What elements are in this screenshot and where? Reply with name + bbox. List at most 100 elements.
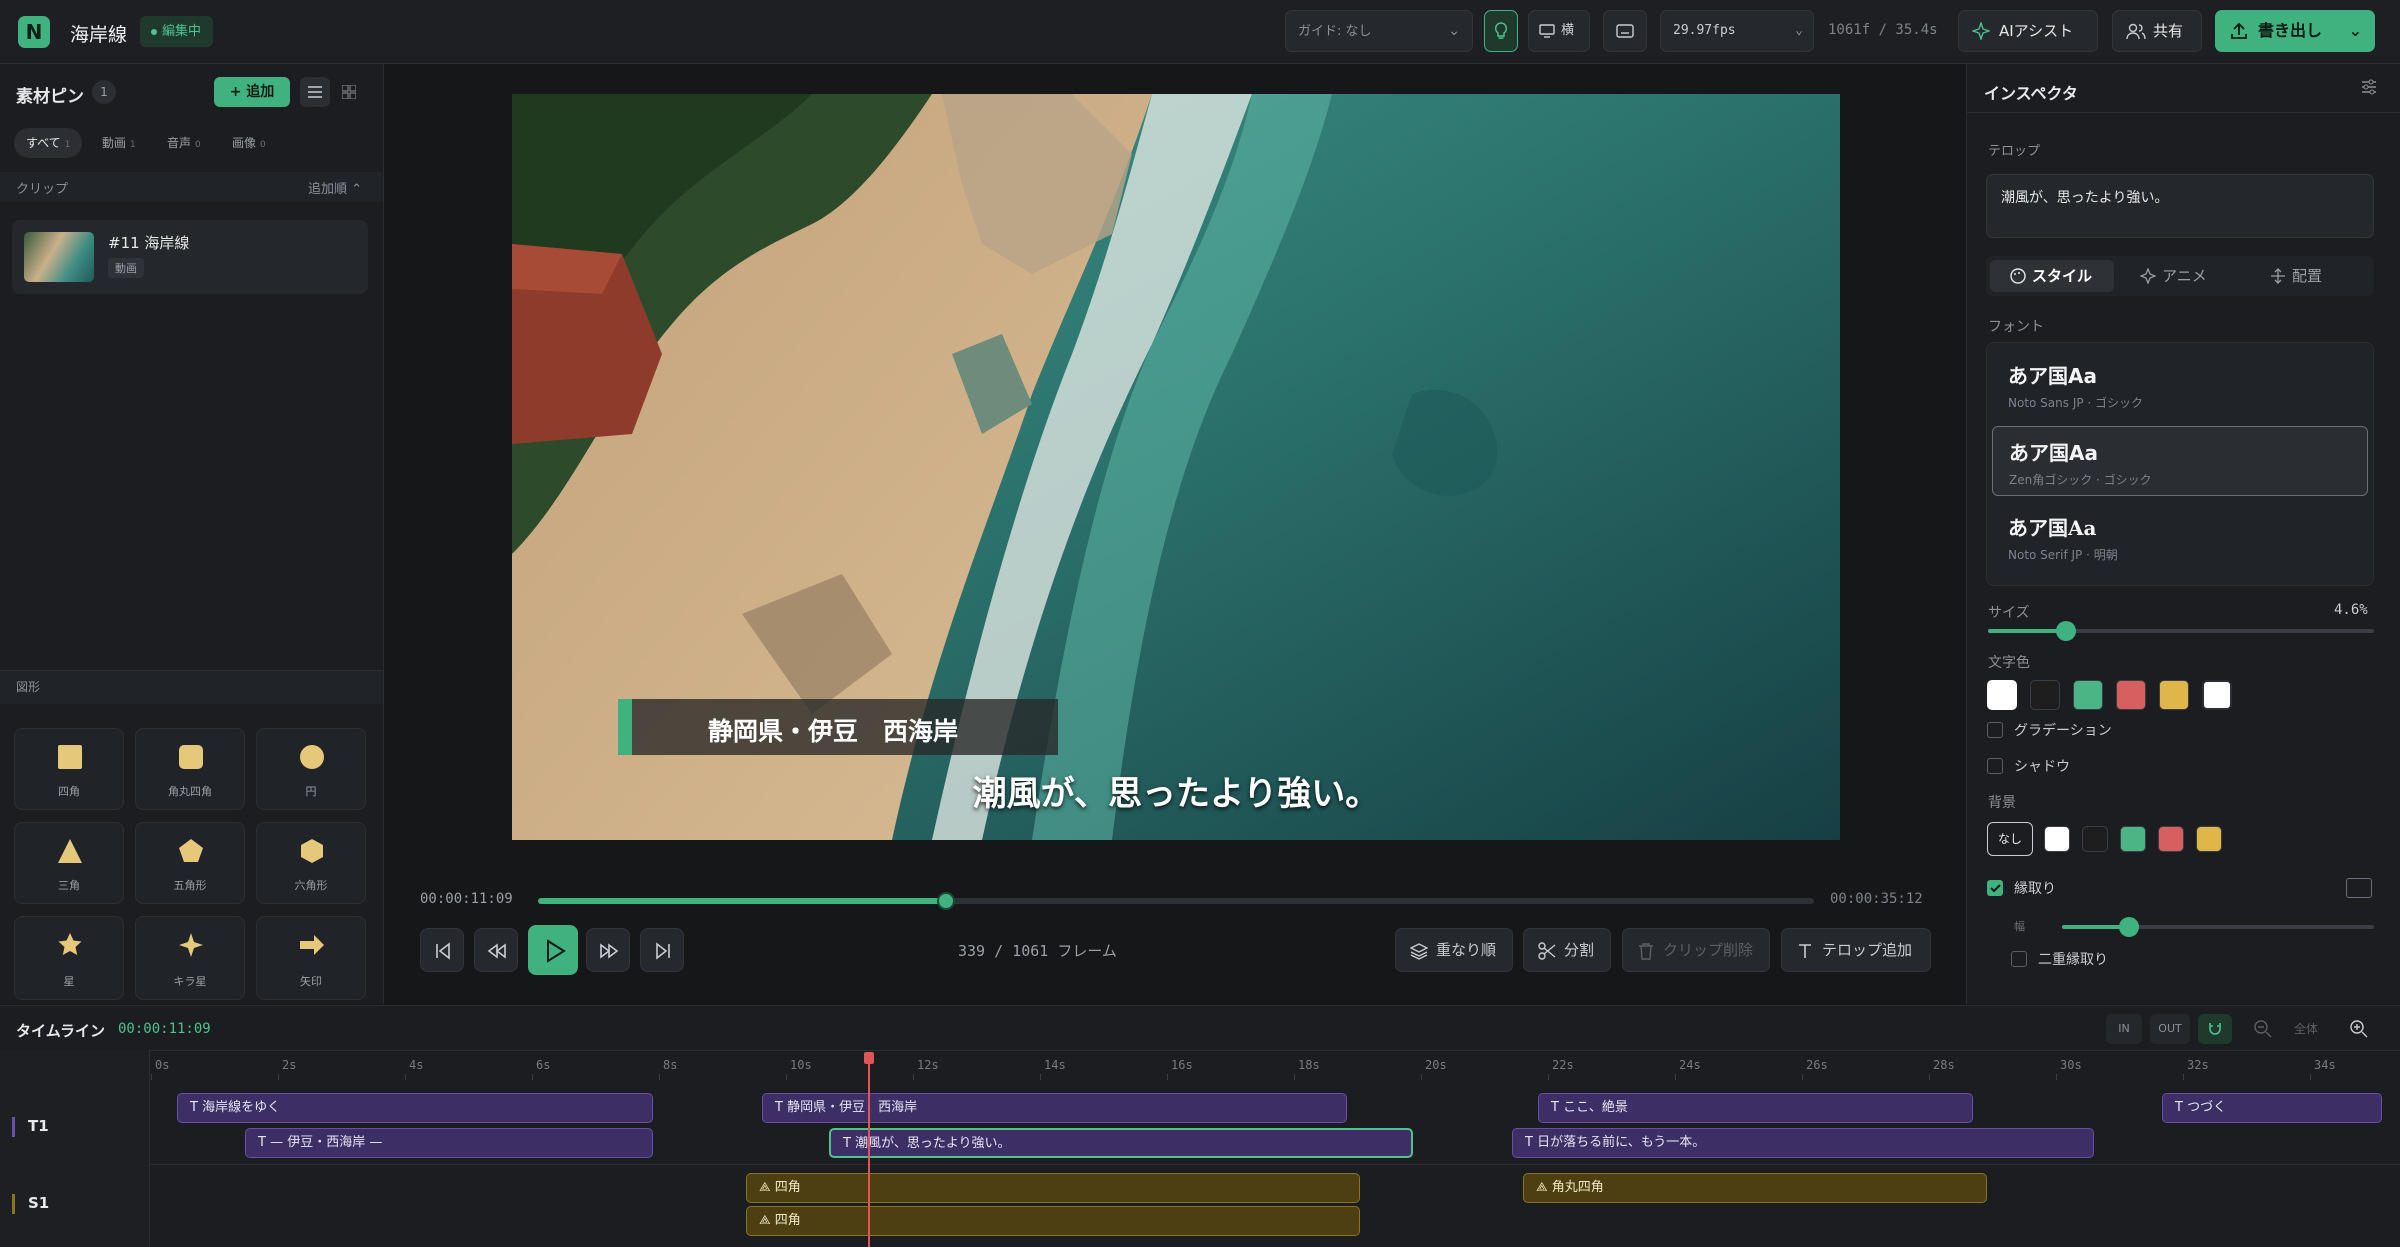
text-clip-selected[interactable]: T 潮風が、思ったより強い。: [829, 1128, 1413, 1158]
shadow-checkbox[interactable]: [1987, 758, 2003, 774]
tab-animation[interactable]: アニメ: [2120, 260, 2244, 292]
text-color-red[interactable]: [2116, 680, 2146, 710]
size-slider[interactable]: [1988, 621, 2374, 641]
skip-end-button[interactable]: [640, 928, 684, 972]
text-clip[interactable]: T 日が落ちる前に、もう一本。: [1512, 1128, 2094, 1158]
outline-color-swatch[interactable]: [2346, 878, 2372, 898]
track-label-t1[interactable]: T1: [28, 1117, 49, 1135]
scrubber-handle[interactable]: [937, 892, 955, 910]
font-option-noto-sans[interactable]: あア国Aa Noto Sans JP · ゴシック: [1992, 350, 2368, 420]
outline-width-slider[interactable]: [2062, 917, 2374, 937]
text-clip[interactable]: T 海岸線をゆく: [177, 1093, 653, 1123]
tab-position[interactable]: 配置: [2250, 260, 2374, 292]
grid-view-button[interactable]: [334, 77, 364, 107]
telop-label: テロップ: [1988, 144, 2041, 159]
filter-all[interactable]: すべて 1: [14, 128, 83, 158]
outline-checkbox[interactable]: [1987, 880, 2003, 896]
stack-order-button[interactable]: 重なり順: [1395, 928, 1513, 972]
bg-color-white[interactable]: [2044, 826, 2070, 852]
text-clip-icon: T: [258, 1135, 271, 1150]
list-view-button[interactable]: [300, 77, 330, 107]
share-button[interactable]: 共有: [2112, 10, 2202, 52]
shape-triangle[interactable]: 三角: [14, 822, 124, 904]
grid-icon: [342, 85, 356, 99]
zoom-out-icon: [2254, 1020, 2272, 1038]
track-color-bar: [12, 1117, 15, 1137]
add-text-button[interactable]: テロップ追加: [1781, 928, 1931, 972]
fit-button[interactable]: 全体: [2294, 1020, 2318, 1037]
tab-style[interactable]: スタイル: [1990, 260, 2114, 292]
media-clip-item[interactable]: #11 海岸線 動画: [12, 220, 368, 294]
text-color-yellow[interactable]: [2159, 680, 2189, 710]
shape-clip[interactable]: ⟁ 四角: [746, 1173, 1360, 1203]
bg-none-button[interactable]: なし: [1987, 822, 2033, 856]
text-clip[interactable]: T 静岡県・伊豆 西海岸: [762, 1093, 1347, 1123]
fps-select[interactable]: 29.97fps ⌄: [1660, 10, 1814, 52]
out-point-button[interactable]: OUT: [2150, 1014, 2190, 1044]
square-icon: [58, 745, 82, 769]
filter-audio[interactable]: 音声 0: [155, 128, 213, 158]
magnet-button[interactable]: [1484, 10, 1518, 52]
bg-color-red[interactable]: [2158, 826, 2184, 852]
orientation-button[interactable]: 横: [1528, 10, 1590, 52]
bg-color-green[interactable]: [2120, 826, 2146, 852]
skip-start-button[interactable]: [420, 928, 464, 972]
zoom-in-icon: [2350, 1020, 2368, 1038]
gradient-checkbox[interactable]: [1987, 722, 2003, 738]
sort-select[interactable]: 追加順 ⌃: [308, 178, 362, 197]
text-color-white[interactable]: [1987, 680, 2017, 710]
zoom-out-button[interactable]: [2248, 1014, 2278, 1044]
text-color-green[interactable]: [2073, 680, 2103, 710]
shape-circle[interactable]: 円: [256, 728, 366, 810]
filter-image[interactable]: 画像 0: [220, 128, 278, 158]
in-point-button[interactable]: IN: [2106, 1014, 2142, 1044]
text-clip[interactable]: T — 伊豆・西海岸 —: [245, 1128, 653, 1158]
shape-pentagon[interactable]: 五角形: [135, 822, 245, 904]
shape-clip-icon: ⟁: [1536, 1180, 1552, 1195]
rewind-button[interactable]: [474, 928, 518, 972]
size-slider-handle[interactable]: [2056, 621, 2076, 641]
ruler-tick-label: 2s: [282, 1058, 297, 1072]
shape-star[interactable]: 星: [14, 916, 124, 1000]
scrubber-track[interactable]: [538, 892, 1814, 910]
video-preview[interactable]: 静岡県・伊豆 西海岸 潮風が、思ったより強い。: [512, 94, 1840, 840]
split-button[interactable]: 分割: [1523, 928, 1611, 972]
delete-clip-button[interactable]: クリップ削除: [1622, 928, 1770, 972]
shape-rect[interactable]: 四角: [14, 728, 124, 810]
caption-text[interactable]: 潮風が、思ったより強い。: [512, 766, 1840, 815]
text-color-custom[interactable]: [2202, 680, 2232, 710]
outline-slider-handle[interactable]: [2119, 917, 2139, 937]
double-outline-checkbox[interactable]: [2011, 951, 2027, 967]
shape-rounded-rect[interactable]: 角丸四角: [135, 728, 245, 810]
shape-hexagon[interactable]: 六角形: [256, 822, 366, 904]
zoom-in-button[interactable]: [2344, 1014, 2374, 1044]
project-title[interactable]: 海岸線: [70, 20, 127, 47]
ruler-tick-mark: [1675, 1074, 1676, 1080]
shape-clip-label: 四角: [774, 1180, 801, 1195]
delete-clip-label: クリップ削除: [1663, 941, 1754, 959]
fast-forward-button[interactable]: [586, 928, 630, 972]
font-option-zen-kaku[interactable]: あア国Aa Zen角ゴシック · ゴシック: [1992, 426, 2368, 496]
add-media-button[interactable]: + 追加: [214, 77, 290, 107]
play-button[interactable]: [528, 925, 578, 975]
track-label-s1[interactable]: S1: [28, 1194, 49, 1212]
text-color-black[interactable]: [2030, 680, 2060, 710]
shape-clip[interactable]: ⟁ 角丸四角: [1523, 1173, 1987, 1203]
snap-button[interactable]: [2198, 1014, 2232, 1044]
font-option-noto-serif[interactable]: あア国Aa Noto Serif JP · 明朝: [1992, 502, 2368, 572]
filter-video[interactable]: 動画 1: [90, 128, 148, 158]
export-button[interactable]: 書き出し ⌄: [2215, 10, 2375, 52]
text-clip[interactable]: T つづく: [2162, 1093, 2382, 1123]
shape-clip[interactable]: ⟁ 四角: [746, 1206, 1360, 1236]
text-clip[interactable]: T ここ、絶景: [1538, 1093, 1973, 1123]
ai-assist-button[interactable]: AIアシスト: [1958, 10, 2098, 52]
keyboard-button[interactable]: [1603, 10, 1647, 52]
telop-textarea[interactable]: 潮風が、思ったより強い。: [1986, 174, 2374, 238]
guide-select[interactable]: ガイド: なし ⌄: [1285, 10, 1473, 52]
lightbulb-icon: [1494, 22, 1508, 39]
shape-arrow[interactable]: 矢印: [256, 916, 366, 1000]
bg-color-black[interactable]: [2082, 826, 2108, 852]
settings-sliders-icon[interactable]: [2360, 78, 2378, 100]
shape-sparkle[interactable]: キラ星: [135, 916, 245, 1000]
bg-color-yellow[interactable]: [2196, 826, 2222, 852]
